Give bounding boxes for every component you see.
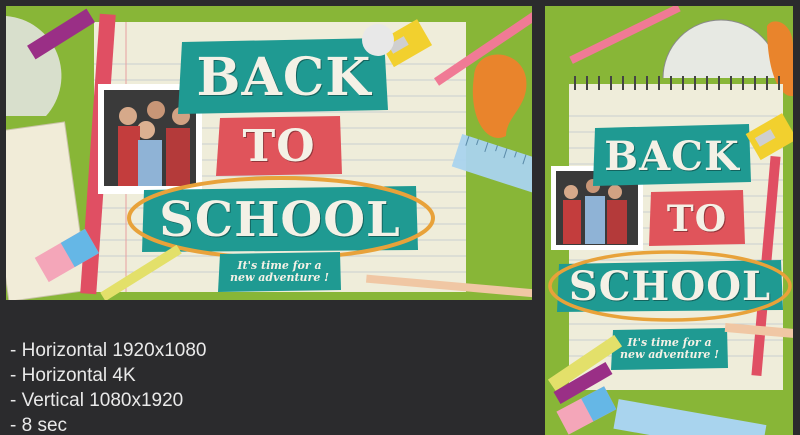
feature-list: - Horizontal 1920x1080 - Horizontal 4K -…: [10, 338, 206, 435]
feature-item: - Vertical 1080x1920: [10, 390, 184, 411]
tagline-vertical-line-2: new adventure !: [619, 348, 720, 361]
back-title: BACK: [196, 46, 372, 108]
feature-item: - Horizontal 4K: [10, 365, 136, 386]
tagline: It's time for a new adventure !: [219, 253, 340, 291]
horizontal-preview: BACK TO SCHOOL It's time for a new adven…: [6, 6, 532, 300]
feature-item: - 8 sec: [10, 415, 68, 435]
tagline-line-2: new adventure !: [229, 271, 330, 284]
vertical-preview: BACK TO SCHOOL It's time for a new adven…: [545, 6, 793, 435]
to-title-vertical: TO: [666, 197, 728, 240]
tagline-vertical: It's time for a new adventure !: [612, 329, 727, 369]
to-title: TO: [242, 120, 316, 172]
school-title-vertical: SCHOOL: [568, 263, 772, 310]
back-title-vertical: BACK: [604, 132, 740, 180]
school-title: SCHOOL: [159, 192, 401, 248]
feature-item: - Horizontal 1920x1080: [10, 340, 207, 361]
